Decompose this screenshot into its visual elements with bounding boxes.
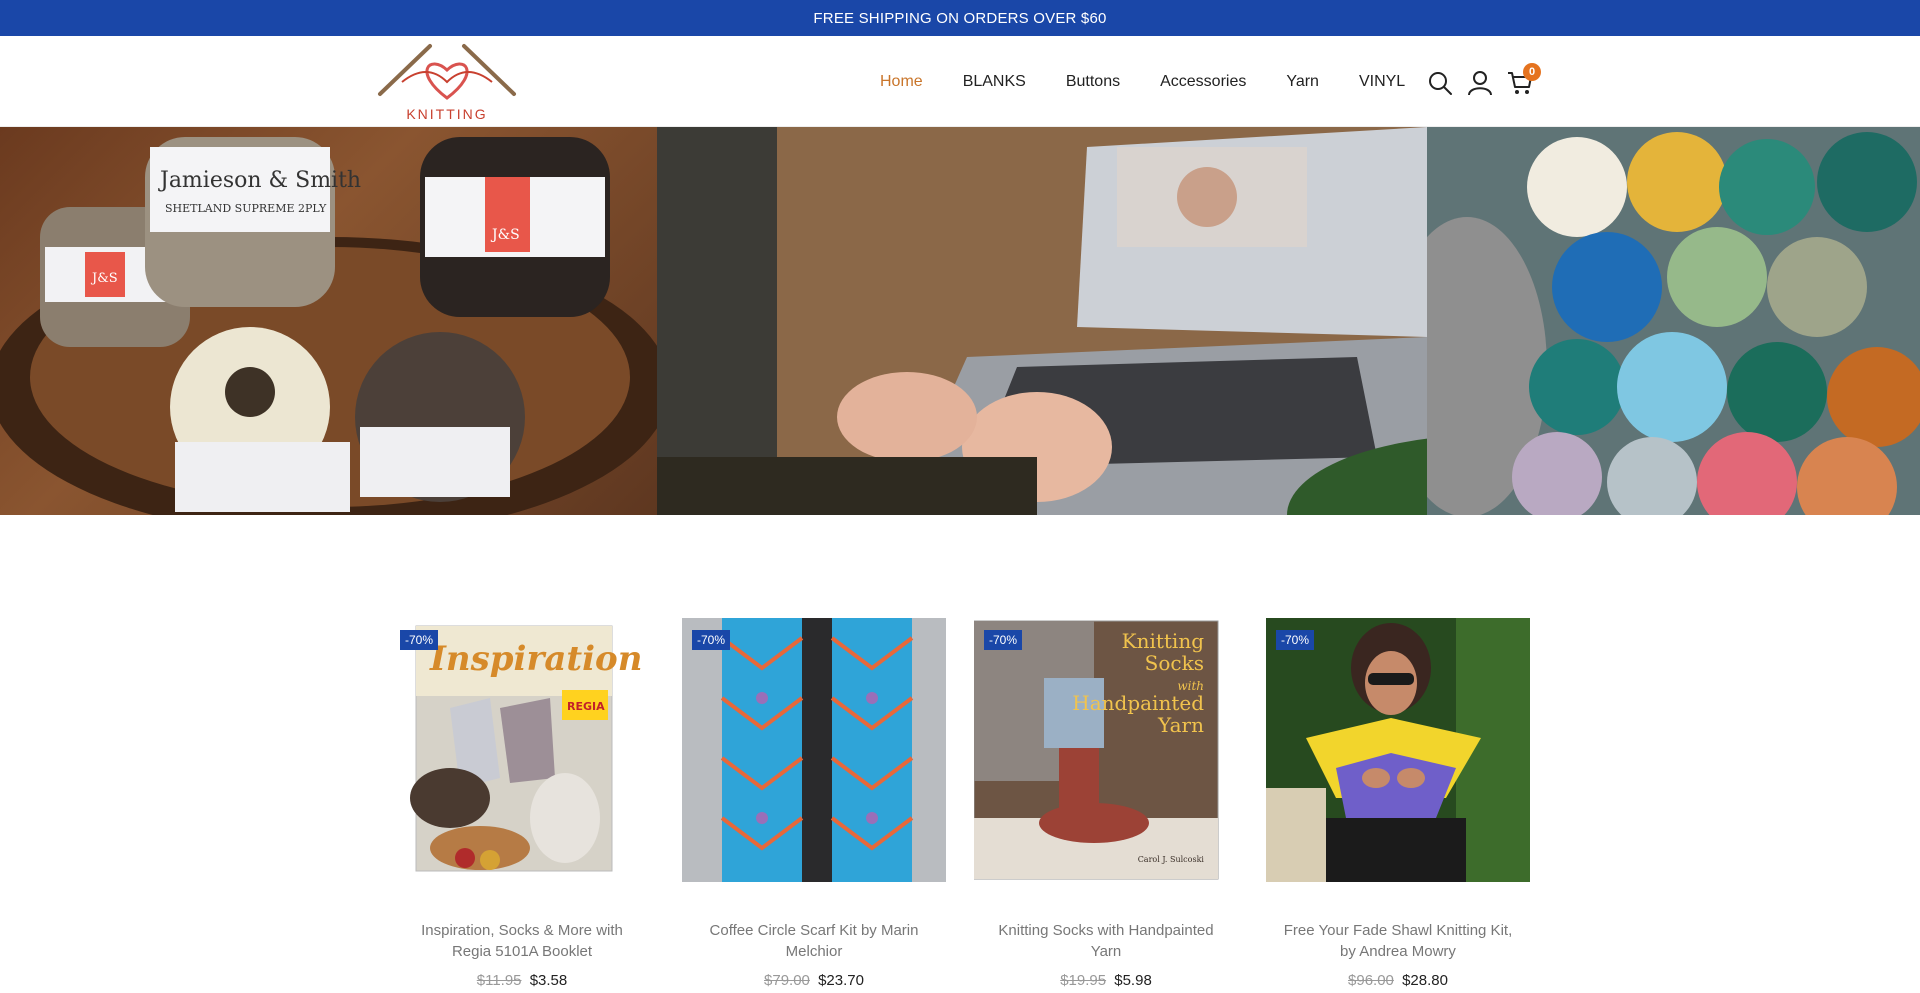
product-price: $11.95 $3.58 bbox=[390, 972, 654, 989]
js-label-2: J&S bbox=[490, 227, 520, 243]
knitting-laptop-illustration bbox=[657, 127, 1427, 515]
nav-accessories[interactable]: Accessories bbox=[1160, 73, 1246, 91]
cart-button[interactable]: 0 bbox=[1505, 63, 1541, 98]
discount-badge: -70% bbox=[984, 630, 1023, 650]
product-price: $79.00 $23.70 bbox=[682, 972, 946, 989]
product-image[interactable]: -70% bbox=[682, 618, 946, 882]
nav-buttons[interactable]: Buttons bbox=[1066, 73, 1120, 91]
product-card[interactable]: Inspiration REGIA -70% Inspiration, Sock… bbox=[390, 618, 654, 989]
yarn-basket-illustration: J&S Jamieson & Smith SHETLAND SUPREME 2P… bbox=[0, 137, 657, 515]
shawl-kit-image bbox=[1266, 618, 1530, 882]
product-price: $19.95 $5.98 bbox=[974, 972, 1238, 989]
site-header: KNITTING Home BLANKS Buttons Accessories… bbox=[0, 36, 1920, 127]
sale-price: $28.80 bbox=[1402, 972, 1448, 989]
cover-line-2: Socks bbox=[1145, 651, 1204, 675]
product-image[interactable]: Knitting Socks with Handpainted Yarn Car… bbox=[974, 618, 1238, 882]
product-image[interactable]: -70% bbox=[1266, 618, 1530, 882]
product-title[interactable]: Coffee Circle Scarf Kit by Marin Melchio… bbox=[682, 920, 946, 962]
product-title[interactable]: Free Your Fade Shawl Knitting Kit, by An… bbox=[1266, 920, 1530, 962]
nav-yarn[interactable]: Yarn bbox=[1286, 73, 1319, 91]
nav-blanks[interactable]: BLANKS bbox=[963, 73, 1026, 91]
old-price: $79.00 bbox=[764, 972, 810, 989]
site-logo[interactable]: KNITTING bbox=[372, 42, 522, 124]
knitting-socks-book-cover: Knitting Socks with Handpainted Yarn Car… bbox=[974, 618, 1238, 882]
product-price: $96.00 $28.80 bbox=[1266, 972, 1530, 989]
discount-badge: -70% bbox=[400, 630, 439, 650]
product-grid: Inspiration REGIA -70% Inspiration, Sock… bbox=[390, 618, 1530, 989]
logo-text: KNITTING bbox=[406, 106, 488, 122]
discount-badge: -70% bbox=[1276, 630, 1315, 650]
product-card[interactable]: -70% Free Your Fade Shawl Knitting Kit, … bbox=[1266, 618, 1530, 989]
cover-line-5: Yarn bbox=[1157, 713, 1204, 737]
colorful-yarn-image[interactable] bbox=[1427, 127, 1920, 515]
js-label-1: J&S bbox=[90, 271, 118, 286]
search-button[interactable] bbox=[1425, 68, 1455, 98]
cover-line-4: Handpainted bbox=[1072, 691, 1204, 715]
knitting-laptop-image[interactable] bbox=[657, 127, 1427, 515]
old-price: $19.95 bbox=[1060, 972, 1107, 989]
sale-price: $5.98 bbox=[1114, 972, 1152, 989]
regia-logo-text: REGIA bbox=[567, 700, 605, 713]
scarf-kit-image bbox=[682, 618, 946, 882]
sale-price: $3.58 bbox=[529, 972, 568, 989]
product-card[interactable]: Knitting Socks with Handpainted Yarn Car… bbox=[974, 618, 1238, 989]
knitting-needles-logo-icon bbox=[378, 44, 516, 100]
product-title[interactable]: Knitting Socks with Handpainted Yarn bbox=[974, 920, 1238, 962]
product-card[interactable]: -70% Coffee Circle Scarf Kit by Marin Me… bbox=[682, 618, 946, 989]
product-title[interactable]: Inspiration, Socks & More with Regia 510… bbox=[390, 920, 654, 962]
old-price: $11.95 bbox=[476, 972, 522, 989]
booklet-cover-title: Inspiration bbox=[429, 639, 642, 679]
nav-home[interactable]: Home bbox=[880, 73, 923, 91]
cover-author: Carol J. Sulcoski bbox=[1138, 855, 1205, 864]
js-sub-1: SHETLAND SUPREME 2PLY bbox=[165, 202, 327, 215]
yarn-basket-image[interactable]: J&S Jamieson & Smith SHETLAND SUPREME 2P… bbox=[0, 127, 657, 515]
main-nav: Home BLANKS Buttons Accessories Yarn VIN… bbox=[880, 36, 1445, 127]
cart-count-badge: 0 bbox=[1523, 63, 1541, 81]
announcement-bar: FREE SHIPPING ON ORDERS OVER $60 bbox=[0, 0, 1920, 36]
account-button[interactable] bbox=[1465, 68, 1495, 98]
js-title-1: Jamieson & Smith bbox=[158, 168, 361, 193]
hero-banner: J&S Jamieson & Smith SHETLAND SUPREME 2P… bbox=[0, 127, 1920, 515]
cover-line-1: Knitting bbox=[1122, 629, 1205, 653]
old-price: $96.00 bbox=[1348, 972, 1394, 989]
sale-price: $23.70 bbox=[818, 972, 864, 989]
product-image[interactable]: Inspiration REGIA -70% bbox=[390, 618, 654, 882]
header-icons: 0 bbox=[1425, 63, 1545, 100]
colorful-yarn-illustration bbox=[1427, 127, 1920, 515]
regia-booklet-cover: Inspiration REGIA bbox=[390, 618, 654, 882]
search-icon bbox=[1429, 72, 1452, 95]
discount-badge: -70% bbox=[692, 630, 731, 650]
user-icon bbox=[1468, 71, 1492, 96]
nav-vinyl[interactable]: VINYL bbox=[1359, 73, 1405, 91]
announcement-text: FREE SHIPPING ON ORDERS OVER $60 bbox=[813, 9, 1107, 27]
